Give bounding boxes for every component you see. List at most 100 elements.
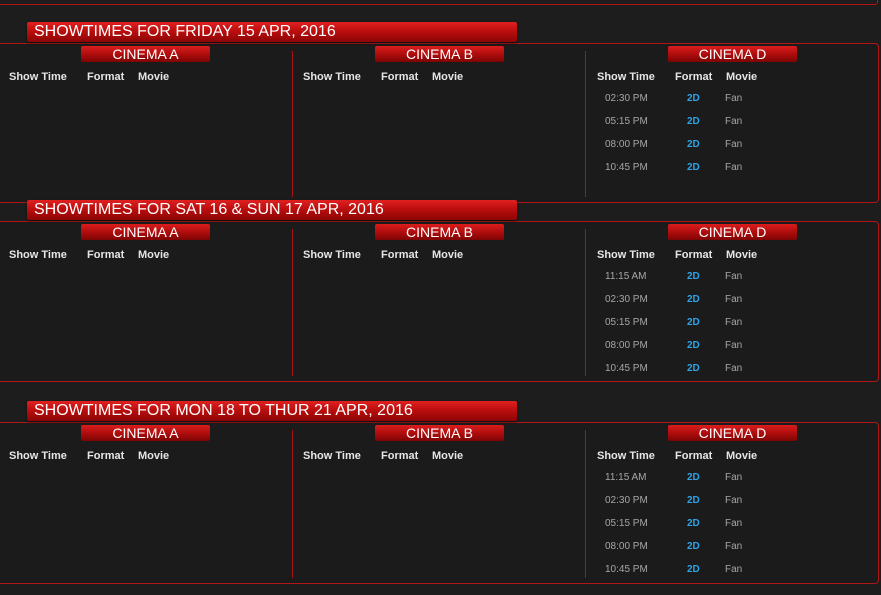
cinema-column: CINEMA B Show Time Format Movie bbox=[295, 423, 589, 583]
format-header: Format bbox=[87, 71, 125, 83]
movie-title[interactable]: Fan bbox=[725, 340, 742, 351]
format-header: Format bbox=[675, 249, 713, 261]
cinema-column: CINEMA B Show Time Format Movie bbox=[295, 44, 589, 202]
movie-title[interactable]: Fan bbox=[725, 472, 742, 483]
showtime-row[interactable]: 10:45 PM 2D Fan bbox=[597, 363, 867, 375]
show-time-header: Show Time bbox=[9, 450, 67, 462]
show-time: 02:30 PM bbox=[605, 93, 648, 104]
movie-title[interactable]: Fan bbox=[725, 294, 742, 305]
format-header: Format bbox=[675, 71, 713, 83]
movie-header: Movie bbox=[726, 249, 758, 261]
format-label: 2D bbox=[687, 339, 700, 351]
movie-header: Movie bbox=[432, 450, 464, 462]
format-label: 2D bbox=[687, 138, 700, 150]
movie-header: Movie bbox=[726, 71, 758, 83]
section-title: SHOWTIMES FOR SAT 16 & SUN 17 APR, 2016 bbox=[27, 200, 517, 220]
format-label: 2D bbox=[687, 472, 700, 483]
movie-title[interactable]: Fan bbox=[725, 93, 742, 104]
show-time: 08:00 PM bbox=[605, 540, 648, 552]
format-label: 2D bbox=[687, 540, 700, 552]
cinema-name-tab: CINEMA B bbox=[375, 425, 504, 441]
showtime-row[interactable]: 02:30 PM 2D Fan bbox=[597, 495, 867, 507]
cinema-name-tab: CINEMA A bbox=[81, 224, 210, 240]
cinema-column: CINEMA D Show Time Format Movie 02:30 PM 2D Fa… bbox=[589, 44, 881, 202]
format-label: 2D bbox=[687, 494, 700, 506]
format-label: 2D bbox=[687, 93, 700, 104]
format-label: 2D bbox=[687, 161, 700, 173]
showtime-row[interactable]: 08:00 PM 2D Fan bbox=[597, 541, 867, 553]
show-time-header: Show Time bbox=[597, 249, 655, 261]
format-header: Format bbox=[381, 450, 419, 462]
showtime-row[interactable]: 05:15 PM 2D Fan bbox=[597, 116, 867, 128]
section-box: CINEMA A Show Time Format Movie CINEMA B Show… bbox=[0, 43, 879, 203]
format-header: Format bbox=[87, 249, 125, 261]
format-label: 2D bbox=[687, 271, 700, 282]
cinema-name-tab: CINEMA D bbox=[668, 224, 797, 240]
movie-title[interactable]: Fan bbox=[725, 495, 742, 506]
format-header: Format bbox=[381, 249, 419, 261]
format-header: Format bbox=[381, 71, 419, 83]
show-time-header: Show Time bbox=[303, 71, 361, 83]
format-label: 2D bbox=[687, 563, 700, 575]
movie-header: Movie bbox=[138, 249, 170, 261]
format-header: Format bbox=[87, 450, 125, 462]
cinema-column: CINEMA D Show Time Format Movie 11:15 AM 2D Fa… bbox=[589, 423, 881, 583]
show-time-header: Show Time bbox=[597, 450, 655, 462]
showtime-row[interactable]: 11:15 AM 2D Fan bbox=[597, 271, 867, 283]
cinema-name-tab: CINEMA D bbox=[668, 425, 797, 441]
show-time: 10:45 PM bbox=[605, 362, 648, 374]
cinema-name-tab: CINEMA B bbox=[375, 46, 504, 62]
movie-header: Movie bbox=[138, 71, 170, 83]
showtime-row[interactable]: 10:45 PM 2D Fan bbox=[597, 162, 867, 174]
format-label: 2D bbox=[687, 316, 700, 328]
show-time-header: Show Time bbox=[303, 249, 361, 261]
movie-title[interactable]: Fan bbox=[725, 541, 742, 552]
showtime-row[interactable]: 02:30 PM 2D Fan bbox=[597, 294, 867, 306]
cinema-column: CINEMA A Show Time Format Movie bbox=[1, 423, 295, 583]
cinema-column: CINEMA A Show Time Format Movie bbox=[1, 222, 295, 381]
show-time: 02:30 PM bbox=[605, 494, 648, 506]
show-time: 02:30 PM bbox=[605, 293, 648, 305]
show-time: 05:15 PM bbox=[605, 517, 648, 529]
showtimes-page: SHOWTIMES FOR FRIDAY 15 APR, 2016 CINEMA … bbox=[0, 0, 881, 595]
format-label: 2D bbox=[687, 362, 700, 374]
movie-title[interactable]: Fan bbox=[725, 116, 742, 127]
showtime-row[interactable]: 10:45 PM 2D Fan bbox=[597, 564, 867, 576]
showtime-row[interactable]: 05:15 PM 2D Fan bbox=[597, 518, 867, 530]
showtime-row[interactable]: 02:30 PM 2D Fan bbox=[597, 93, 867, 105]
movie-title[interactable]: Fan bbox=[725, 518, 742, 529]
movie-header: Movie bbox=[432, 71, 464, 83]
show-time: 10:45 PM bbox=[605, 161, 648, 173]
cinema-name-tab: CINEMA D bbox=[668, 46, 797, 62]
format-label: 2D bbox=[687, 293, 700, 305]
section-title: SHOWTIMES FOR MON 18 TO THUR 21 APR, 201… bbox=[27, 401, 517, 421]
movie-title[interactable]: Fan bbox=[725, 564, 742, 575]
show-time: 08:00 PM bbox=[605, 138, 648, 150]
cinema-name-tab: CINEMA A bbox=[81, 425, 210, 441]
showtime-row[interactable]: 05:15 PM 2D Fan bbox=[597, 317, 867, 329]
showtime-row[interactable]: 11:15 AM 2D Fan bbox=[597, 472, 867, 484]
show-time: 08:00 PM bbox=[605, 339, 648, 351]
movie-title[interactable]: Fan bbox=[725, 271, 742, 282]
show-time-header: Show Time bbox=[303, 450, 361, 462]
showtime-row[interactable]: 08:00 PM 2D Fan bbox=[597, 139, 867, 151]
show-time-header: Show Time bbox=[9, 249, 67, 261]
show-time-header: Show Time bbox=[597, 71, 655, 83]
movie-title[interactable]: Fan bbox=[725, 162, 742, 173]
movie-header: Movie bbox=[138, 450, 170, 462]
show-time-header: Show Time bbox=[9, 71, 67, 83]
previous-section-box bbox=[0, 0, 878, 5]
section-box: CINEMA A Show Time Format Movie CINEMA B Show… bbox=[0, 422, 879, 584]
section-box: CINEMA A Show Time Format Movie CINEMA B Show… bbox=[0, 221, 879, 382]
show-time: 11:15 AM bbox=[605, 271, 647, 282]
section-title: SHOWTIMES FOR FRIDAY 15 APR, 2016 bbox=[27, 22, 517, 42]
showtime-row[interactable]: 08:00 PM 2D Fan bbox=[597, 340, 867, 352]
movie-title[interactable]: Fan bbox=[725, 139, 742, 150]
show-time: 11:15 AM bbox=[605, 472, 647, 483]
movie-title[interactable]: Fan bbox=[725, 363, 742, 374]
show-time: 05:15 PM bbox=[605, 316, 648, 328]
movie-header: Movie bbox=[726, 450, 758, 462]
cinema-name-tab: CINEMA B bbox=[375, 224, 504, 240]
movie-title[interactable]: Fan bbox=[725, 317, 742, 328]
format-header: Format bbox=[675, 450, 713, 462]
